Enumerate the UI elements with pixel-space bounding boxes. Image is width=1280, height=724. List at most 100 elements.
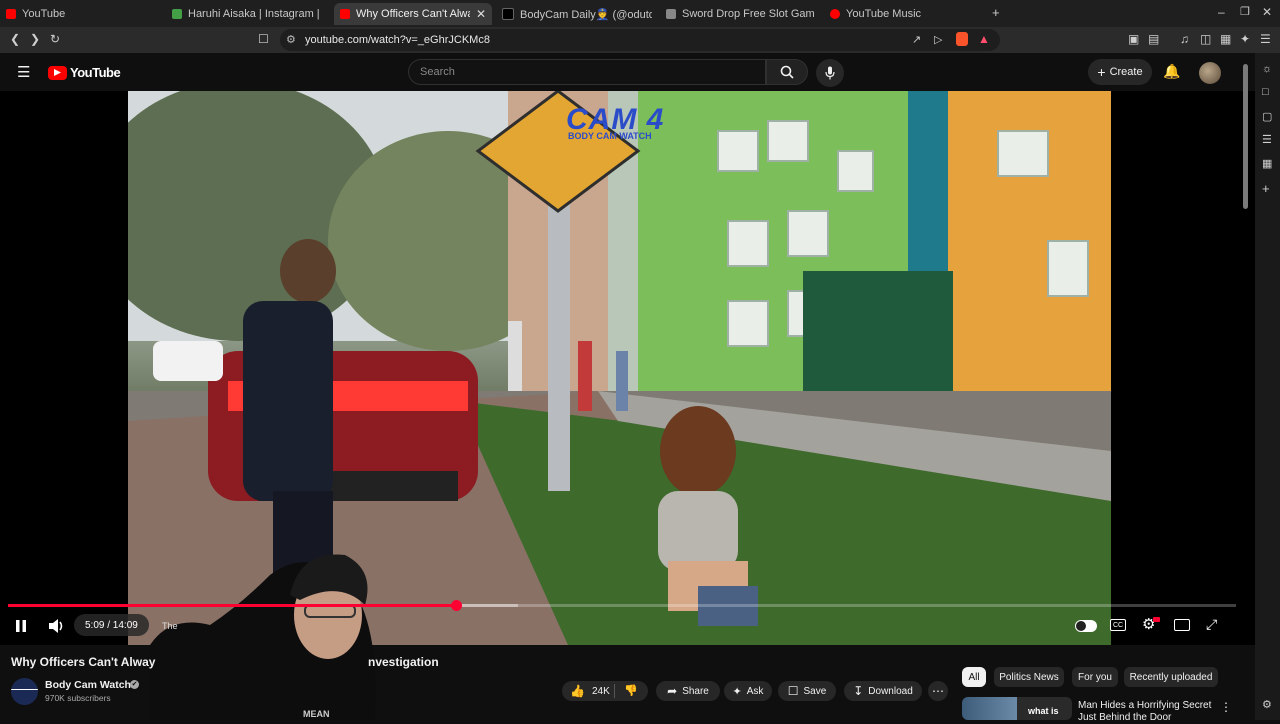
- tab-tiktok[interactable]: BodyCam Daily👮 (@odutqgp71: [502, 3, 652, 25]
- site-info-icon[interactable]: ⚙: [286, 33, 296, 46]
- recommended-thumbnail[interactable]: what is: [962, 697, 1072, 720]
- maximize-icon[interactable]: ❐: [1240, 5, 1250, 18]
- chip-for-you[interactable]: For you: [1072, 667, 1118, 687]
- subscriber-count: 970K subscribers: [45, 693, 111, 703]
- extensions-icon[interactable]: ▣: [1128, 32, 1139, 46]
- captions-icon[interactable]: CC: [1110, 619, 1126, 631]
- fullscreen-icon[interactable]: ⤢: [1206, 616, 1217, 633]
- channel-avatar[interactable]: [11, 678, 38, 705]
- like-divider: [614, 684, 615, 698]
- scrubber-handle[interactable]: [450, 600, 462, 611]
- new-tab-icon[interactable]: +: [992, 5, 1000, 20]
- more-actions-icon[interactable]: ⋯: [928, 681, 948, 701]
- hd-badge: [1153, 617, 1160, 622]
- progress-track[interactable]: [8, 600, 1236, 611]
- reload-icon[interactable]: ↻: [50, 32, 60, 46]
- search-button[interactable]: [766, 59, 808, 85]
- screenshot-icon[interactable]: ▤: [1148, 32, 1159, 46]
- save-button[interactable]: ☐ Save: [778, 681, 836, 701]
- wallet-icon[interactable]: ▦: [1220, 32, 1231, 46]
- autoplay-toggle-knob: [1076, 621, 1086, 631]
- tiktok-favicon-icon: [502, 8, 514, 20]
- media-icon[interactable]: ♫: [1180, 32, 1189, 46]
- download-button[interactable]: ↧ Download: [844, 681, 922, 701]
- avatar[interactable]: [1199, 62, 1221, 84]
- recommended-more-icon[interactable]: ⋮: [1220, 700, 1232, 714]
- theater-mode-icon[interactable]: [1174, 619, 1190, 631]
- pause-button[interactable]: [15, 619, 27, 633]
- open-external-icon[interactable]: ↗: [912, 33, 921, 46]
- ask-button[interactable]: ✦ Ask: [724, 681, 772, 701]
- tab-slot-game[interactable]: Sword Drop Free Slot Game by: [666, 3, 814, 25]
- sidebar-chat-icon[interactable]: ☼: [1262, 63, 1272, 75]
- youtube-logo[interactable]: YouTube: [48, 65, 121, 80]
- autoplay-toggle[interactable]: [1075, 620, 1097, 632]
- sidebar-bookmarks-icon[interactable]: ☰: [1262, 133, 1272, 146]
- chapter-title[interactable]: The: [162, 621, 178, 631]
- sidebar-reading-list-icon[interactable]: ▦: [1262, 157, 1272, 170]
- link-favicon-icon: [666, 9, 676, 19]
- send-icon[interactable]: ▷: [934, 33, 942, 46]
- browser-tab-strip: YouTube Haruhi Aisaka | Instagram | Lin …: [0, 0, 1280, 27]
- bookmark-icon[interactable]: ☐: [258, 32, 269, 46]
- brave-rewards-icon[interactable]: ▲: [978, 32, 990, 46]
- video-title-right: nvestigation: [368, 655, 439, 669]
- plus-icon: +: [1097, 64, 1106, 80]
- address-bar[interactable]: ⚙ youtube.com/watch?v=_eGhrJCKMc8 ↗ ▷ ▲: [280, 29, 1000, 51]
- thumbs-down-icon[interactable]: 👎: [624, 684, 638, 697]
- url-text: youtube.com/watch?v=_eGhrJCKMc8: [305, 34, 490, 46]
- time-display: 5:09 / 14:09: [85, 620, 138, 631]
- page-scrollbar[interactable]: [1243, 64, 1248, 209]
- sidebar-leo-icon[interactable]: □: [1262, 86, 1269, 98]
- audio-playing-icon: [340, 9, 350, 19]
- chip-recently-uploaded[interactable]: Recently uploaded: [1124, 667, 1218, 687]
- search-input[interactable]: Search: [408, 59, 766, 85]
- notifications-bell-icon[interactable]: 🔔: [1163, 63, 1180, 80]
- sidebar-wallet-icon[interactable]: ▢: [1262, 110, 1272, 123]
- like-count[interactable]: 24K: [592, 686, 610, 697]
- verified-badge-icon: ✔: [130, 680, 139, 689]
- forward-icon[interactable]: ❯: [30, 32, 40, 46]
- create-button[interactable]: + Create: [1088, 59, 1152, 85]
- youtube-play-logo-icon: [48, 65, 67, 80]
- instagram-favicon-icon: [172, 9, 182, 19]
- played-bar: [8, 604, 456, 607]
- channel-name[interactable]: Body Cam Watch: [45, 679, 131, 691]
- video-title-left: Why Officers Can't Alway: [11, 655, 156, 669]
- like-dislike-group: 👍 24K 👎: [562, 681, 648, 701]
- volume-button[interactable]: [48, 618, 66, 639]
- cam-overlay-brand: BODY CAM WATCH: [568, 131, 652, 141]
- youtube-music-favicon-icon: [830, 9, 840, 19]
- download-icon: ↧: [853, 684, 864, 698]
- back-icon[interactable]: ❮: [10, 32, 20, 46]
- share-icon: ➦: [667, 684, 678, 698]
- chip-all[interactable]: All: [962, 667, 986, 687]
- sidebar-settings-icon[interactable]: ⚙: [1262, 698, 1272, 711]
- shirt-text: MEAN: [303, 709, 330, 719]
- search-icon: [780, 65, 794, 79]
- thumbs-up-icon[interactable]: 👍: [570, 684, 585, 698]
- pause-icon: [16, 620, 26, 632]
- tab-youtube-music[interactable]: YouTube Music: [830, 3, 980, 25]
- volume-icon: [49, 619, 63, 633]
- sidebar-add-icon[interactable]: +: [1262, 181, 1270, 196]
- tab-active-video[interactable]: Why Officers Can't Alway ✕: [334, 3, 492, 25]
- share-button[interactable]: ➦ Share: [656, 681, 720, 701]
- chip-politics-news[interactable]: Politics News: [994, 667, 1064, 687]
- close-window-icon[interactable]: ✕: [1262, 5, 1272, 19]
- hamburger-menu-icon[interactable]: ☰: [17, 63, 30, 81]
- brave-shield-icon[interactable]: [956, 32, 968, 46]
- close-tab-icon[interactable]: ✕: [476, 7, 486, 21]
- bookmark-save-icon: ☐: [787, 684, 799, 698]
- sidebar-toggle-icon[interactable]: ◫: [1200, 32, 1211, 46]
- tab-youtube[interactable]: YouTube: [6, 3, 166, 25]
- tab-instagram[interactable]: Haruhi Aisaka | Instagram | Lin: [172, 3, 322, 25]
- browser-toolbar: ❮ ❯ ↻ ☐ ⚙ youtube.com/watch?v=_eGhrJCKMc…: [0, 27, 1280, 53]
- microphone-icon: [825, 66, 835, 80]
- voice-search-button[interactable]: [816, 59, 844, 87]
- minimize-icon[interactable]: –: [1218, 5, 1225, 19]
- menu-icon[interactable]: ☰: [1260, 32, 1271, 46]
- leo-ai-icon[interactable]: ✦: [1240, 32, 1250, 46]
- webcam-overlay: [150, 554, 376, 720]
- recommended-title[interactable]: Man Hides a Horrifying Secret Just Behin…: [1078, 700, 1211, 724]
